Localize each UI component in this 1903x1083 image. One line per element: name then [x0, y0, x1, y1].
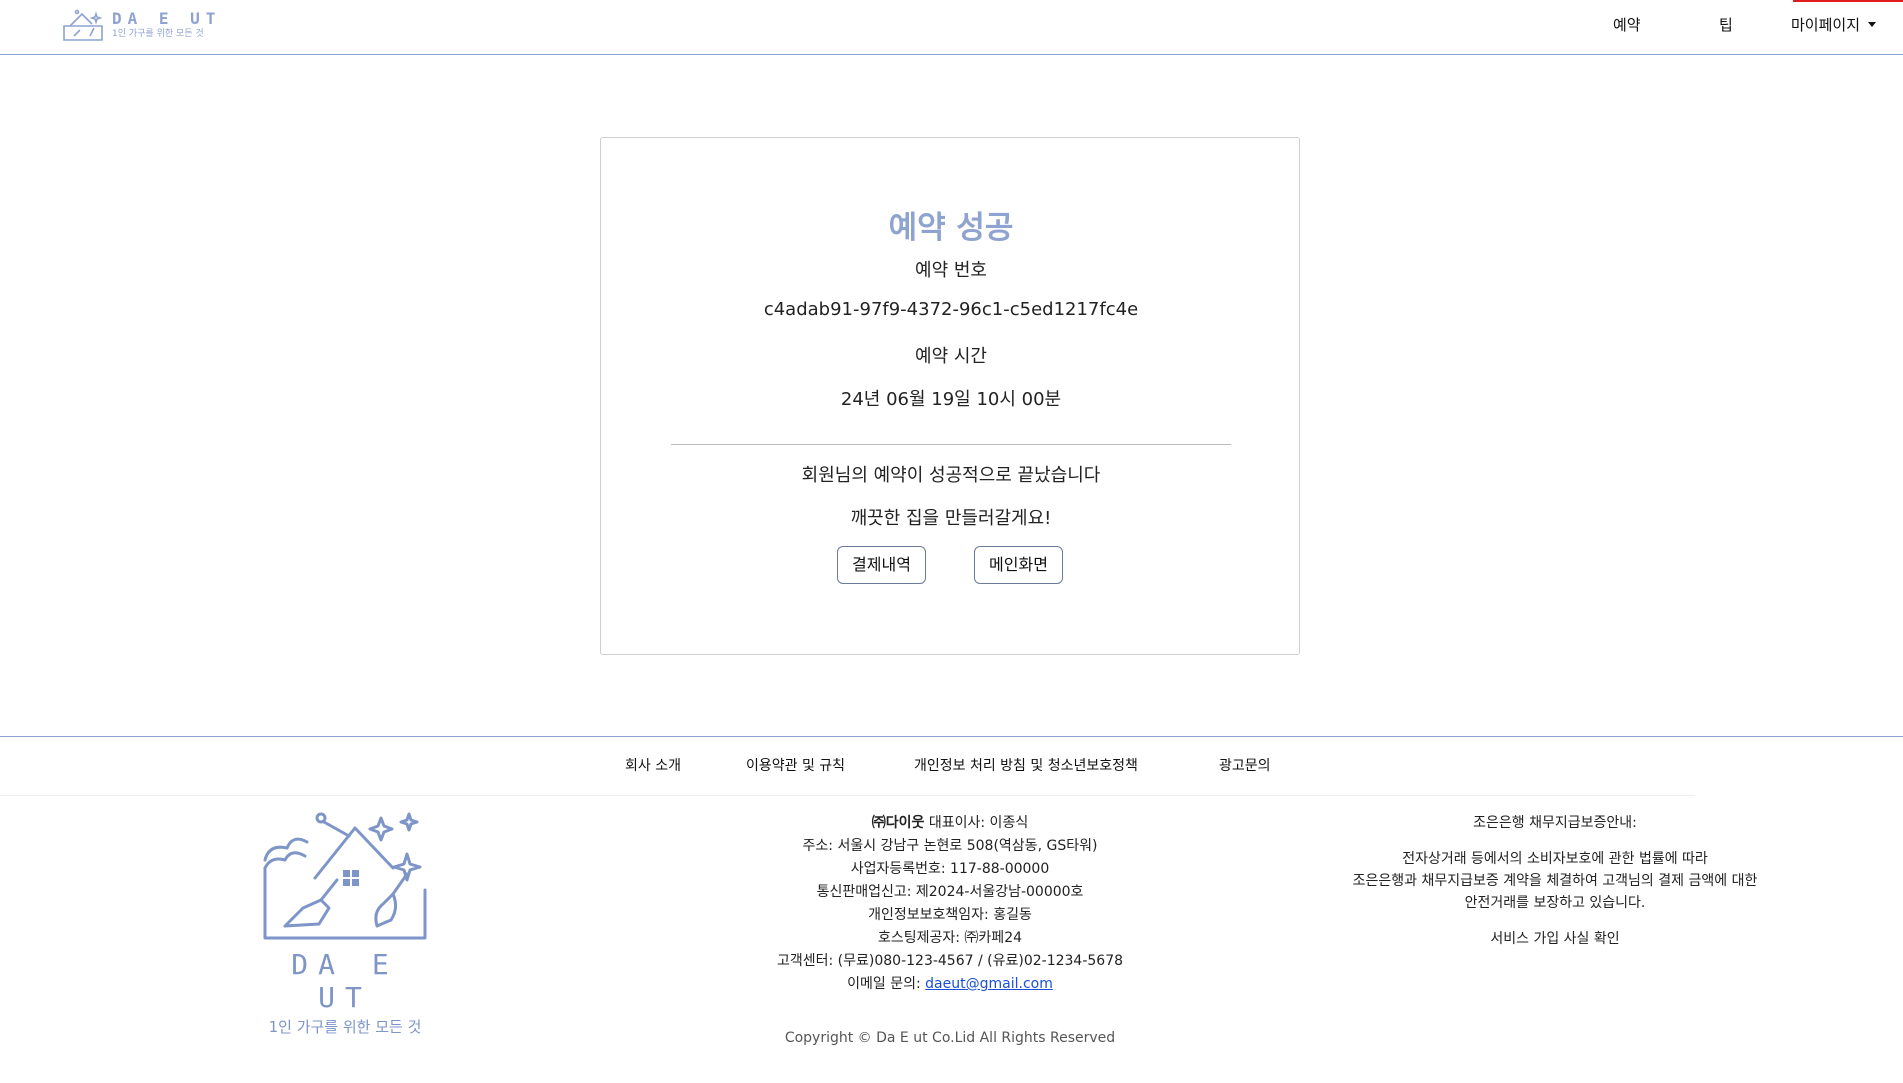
card-divider	[671, 444, 1231, 445]
hosting-provider: 호스팅제공자: ㈜카페24	[877, 930, 1023, 946]
nav-mypage-label: 마이페이지	[1791, 16, 1861, 34]
caret-down-icon	[1868, 22, 1877, 27]
reservation-time: 24년 06월 19일 10시 00분	[840, 389, 1062, 410]
house-cleaning-logo-icon	[263, 812, 427, 940]
cleaning-message: 깨끗한 집을 만들러갈게요!	[850, 508, 1052, 529]
nav-reserve[interactable]: 예약	[1613, 14, 1641, 35]
company-ceo: 대표이사: 이종식	[928, 815, 1029, 831]
reservation-time-label: 예약 시간	[915, 346, 987, 367]
footer-link-privacy[interactable]: 개인정보 처리 방침 및 청소년보호정책	[914, 755, 1138, 775]
reservation-number: c4adab91-97f9-4372-96c1-c5ed1217fc4e	[763, 299, 1139, 320]
footer-top-border	[0, 736, 1903, 737]
company-name: ㈜다이웃	[871, 815, 925, 831]
active-accent-bar	[1793, 0, 1903, 2]
mail-order-number: 통신판매업신고: 제2024-서울강남-00000호	[816, 884, 1084, 900]
top-nav: 예약 팁 마이페이지	[0, 0, 1903, 55]
email-label: 이메일 문의:	[847, 976, 926, 992]
main-page-button[interactable]: 메인화면	[974, 546, 1063, 584]
guarantee-title: 조은은행 채무지급보증안내:	[1473, 815, 1637, 831]
footer-brand-name: DA E UT	[291, 948, 399, 1014]
footer-nav: 회사 소개 이용약관 및 규칙 개인정보 처리 방침 및 청소년보호정책 광고문…	[0, 755, 1903, 779]
footer-link-ads[interactable]: 광고문의	[1219, 755, 1271, 775]
footer-logo: DA E UT 1인 가구를 위한 모든 것	[255, 808, 435, 1037]
footer-link-about[interactable]: 회사 소개	[625, 755, 681, 775]
company-info: ㈜다이웃 대표이사: 이종식 주소: 서울시 강남구 논현로 508(역삼동, …	[700, 812, 1200, 996]
guarantee-line-2: 조은은행과 채무지급보증 계약을 체결하여 고객님의 결제 금액에 대한	[1352, 873, 1758, 889]
header: DA E UT 1인 가구를 위한 모든 것 예약 팁 마이페이지	[0, 0, 1903, 55]
email-link[interactable]: daeut@gmail.com	[925, 976, 1053, 992]
success-message: 회원님의 예약이 성공적으로 끝났습니다	[801, 465, 1101, 486]
customer-center: 고객센터: (무료)080-123-4567 / (유료)02-1234-567…	[776, 953, 1124, 969]
company-address: 주소: 서울시 강남구 논현로 508(역삼동, GS타워)	[802, 838, 1098, 854]
privacy-officer: 개인정보보호책임자: 홍길동	[868, 907, 1032, 923]
guarantee-line-1: 전자상거래 등에서의 소비자보호에 관한 법률에 따라	[1402, 851, 1708, 867]
service-check-link[interactable]: 서비스 가입 사실 확인	[1325, 928, 1785, 950]
nav-mypage-dropdown[interactable]: 마이페이지	[1791, 14, 1877, 35]
footer-divider	[0, 795, 1695, 796]
nav-tip[interactable]: 팁	[1719, 14, 1733, 35]
reservation-success-card: 예약 성공 예약 번호 c4adab91-97f9-4372-96c1-c5ed…	[600, 137, 1300, 655]
guarantee-info: 조은은행 채무지급보증안내: 전자상거래 등에서의 소비자보호에 관한 법률에 …	[1325, 812, 1785, 950]
business-number: 사업자등록번호: 117-88-00000	[850, 861, 1050, 877]
footer-link-terms[interactable]: 이용약관 및 규칙	[746, 755, 845, 775]
payment-history-button[interactable]: 결제내역	[837, 546, 926, 584]
guarantee-line-3: 안전거래를 보장하고 있습니다.	[1464, 895, 1646, 911]
card-title: 예약 성공	[888, 210, 1014, 246]
reservation-number-label: 예약 번호	[915, 260, 987, 281]
copyright: Copyright © Da E ut Co.Lid All Rights Re…	[784, 1030, 1116, 1046]
